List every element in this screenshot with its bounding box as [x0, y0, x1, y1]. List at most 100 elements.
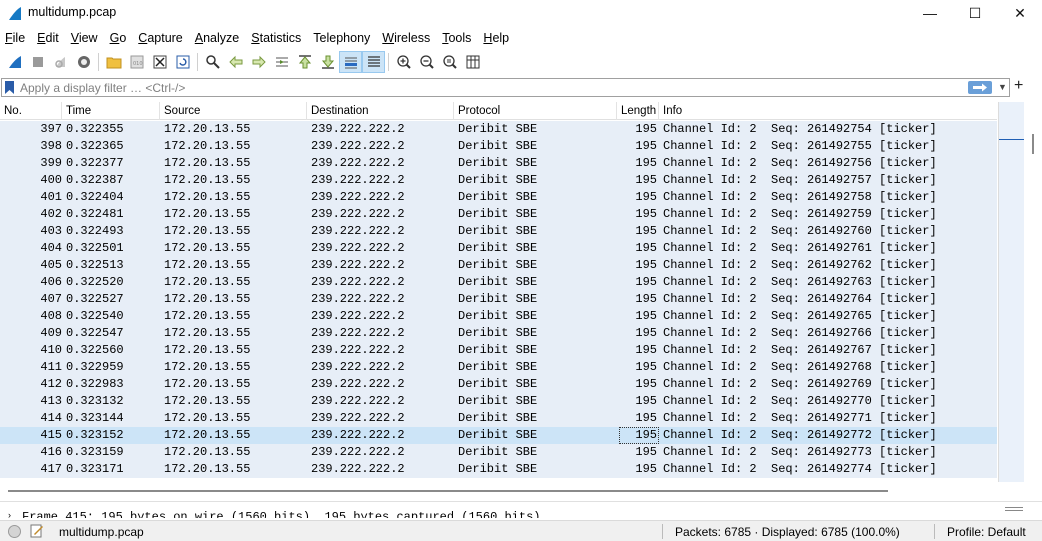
- horizontal-scrollbar-thumb[interactable]: [8, 490, 888, 492]
- close-file-icon[interactable]: [148, 51, 171, 73]
- packet-protocol: Deribit SBE: [458, 360, 538, 374]
- table-row[interactable]: 410 0.322560 172.20.13.55 239.222.222.2 Deri…: [0, 342, 997, 359]
- shark-fin-start-icon[interactable]: [3, 51, 26, 73]
- table-row[interactable]: 414 0.323144 172.20.13.55 239.222.222.2 Deri…: [0, 410, 997, 427]
- save-file-icon[interactable]: 010: [125, 51, 148, 73]
- menu-accelerator: E: [37, 31, 46, 45]
- status-profile[interactable]: Profile: Default: [947, 525, 1026, 539]
- column-header-protocol[interactable]: Protocol: [454, 102, 617, 120]
- resize-columns-icon[interactable]: [461, 51, 484, 73]
- column-header-source[interactable]: Source: [160, 102, 307, 120]
- go-back-icon[interactable]: [224, 51, 247, 73]
- zoom-out-icon[interactable]: [415, 51, 438, 73]
- capture-options-icon[interactable]: [72, 51, 95, 73]
- packet-time: 0.322540: [66, 309, 124, 323]
- go-forward-icon[interactable]: [247, 51, 270, 73]
- go-first-icon[interactable]: [293, 51, 316, 73]
- menu-capture[interactable]: Capture: [132, 28, 188, 48]
- find-packet-icon[interactable]: [201, 51, 224, 73]
- table-row[interactable]: 417 0.323171 172.20.13.55 239.222.222.2 Deri…: [0, 461, 997, 478]
- expert-info-led-icon[interactable]: [8, 525, 21, 538]
- column-header-length[interactable]: Length: [617, 102, 659, 120]
- packet-info: Channel Id: 2 Seq: 261492763 [ticker]: [663, 275, 937, 289]
- vertical-scrollbar-thumb[interactable]: [1032, 134, 1034, 154]
- packet-protocol: Deribit SBE: [458, 122, 538, 136]
- add-filter-button-icon[interactable]: +: [1014, 77, 1023, 95]
- menu-file[interactable]: File: [0, 28, 31, 48]
- menu-view[interactable]: View: [65, 28, 104, 48]
- menu-edit[interactable]: Edit: [31, 28, 65, 48]
- close-button[interactable]: ✕: [997, 0, 1042, 26]
- pane-splitter-handle[interactable]: [1005, 507, 1023, 511]
- packet-no: 405: [40, 258, 62, 272]
- apply-filter-arrow-icon[interactable]: [968, 81, 992, 94]
- menu-tools[interactable]: Tools: [436, 28, 477, 48]
- packet-list[interactable]: No. Time Source Destination Protocol Len…: [0, 102, 1024, 482]
- minimize-button[interactable]: —: [907, 0, 953, 26]
- table-row-selected[interactable]: 415 0.323152 172.20.13.55 239.222.222.2 Deri…: [0, 427, 997, 444]
- display-filter-input[interactable]: [20, 80, 960, 96]
- main-toolbar: 010: [0, 50, 1042, 74]
- menu-telephony[interactable]: Telephony: [307, 28, 376, 48]
- table-row[interactable]: 400 0.322387 172.20.13.55 239.222.222.2 Deri…: [0, 172, 997, 189]
- bookmark-icon[interactable]: [4, 81, 15, 94]
- table-row[interactable]: 398 0.322365 172.20.13.55 239.222.222.2 Deri…: [0, 138, 997, 155]
- table-row[interactable]: 401 0.322404 172.20.13.55 239.222.222.2 Deri…: [0, 189, 997, 206]
- packet-time: 0.322513: [66, 258, 124, 272]
- table-row[interactable]: 399 0.322377 172.20.13.55 239.222.222.2 Deri…: [0, 155, 997, 172]
- table-row[interactable]: 413 0.323132 172.20.13.55 239.222.222.2 Deri…: [0, 393, 997, 410]
- table-row[interactable]: 407 0.322527 172.20.13.55 239.222.222.2 Deri…: [0, 291, 997, 308]
- stop-capture-icon[interactable]: [26, 51, 49, 73]
- column-header-time[interactable]: Time: [62, 102, 160, 120]
- table-row[interactable]: 409 0.322547 172.20.13.55 239.222.222.2 Deri…: [0, 325, 997, 342]
- menu-bar: File Edit View Go Capture Analyze Statistics Te…: [0, 28, 1042, 48]
- packet-destination: 239.222.222.2: [311, 275, 405, 289]
- table-row[interactable]: 406 0.322520 172.20.13.55 239.222.222.2 Deri…: [0, 274, 997, 291]
- packet-time: 0.322527: [66, 292, 124, 306]
- menu-accelerator: G: [109, 31, 120, 45]
- table-row[interactable]: 404 0.322501 172.20.13.55 239.222.222.2 Deri…: [0, 240, 997, 257]
- maximize-button[interactable]: ☐: [952, 0, 998, 26]
- table-row[interactable]: 402 0.322481 172.20.13.55 239.222.222.2 Deri…: [0, 206, 997, 223]
- horizontal-scrollbar[interactable]: [0, 485, 1024, 497]
- filter-dropdown-icon[interactable]: ▼: [998, 82, 1007, 92]
- column-header-no[interactable]: No.: [0, 102, 62, 120]
- table-row[interactable]: 416 0.323159 172.20.13.55 239.222.222.2 Deri…: [0, 444, 997, 461]
- colorize-icon[interactable]: [362, 51, 385, 73]
- packet-no: 398: [40, 139, 62, 153]
- table-row[interactable]: 405 0.322513 172.20.13.55 239.222.222.2 Deri…: [0, 257, 997, 274]
- table-row[interactable]: 397 0.322355 172.20.13.55 239.222.222.2 Deri…: [0, 121, 997, 138]
- column-header-destination[interactable]: Destination: [307, 102, 454, 120]
- packet-length: 195: [635, 156, 657, 170]
- restart-capture-icon[interactable]: [49, 51, 72, 73]
- autoscroll-icon[interactable]: [339, 51, 362, 73]
- packet-source: 172.20.13.55: [164, 445, 251, 459]
- capture-comment-icon[interactable]: [30, 524, 44, 538]
- go-to-packet-icon[interactable]: [270, 51, 293, 73]
- vertical-scrollbar[interactable]: [1024, 102, 1042, 482]
- menu-statistics[interactable]: Statistics: [245, 28, 307, 48]
- table-row[interactable]: 408 0.322540 172.20.13.55 239.222.222.2 Deri…: [0, 308, 997, 325]
- frame-summary-line[interactable]: Frame 415: 195 bytes on wire (1560 bits)…: [22, 510, 540, 518]
- packet-time: 0.322355: [66, 122, 124, 136]
- column-header-info[interactable]: Info: [659, 102, 997, 120]
- menu-go[interactable]: Go: [104, 28, 133, 48]
- go-last-icon[interactable]: [316, 51, 339, 73]
- packet-protocol: Deribit SBE: [458, 462, 538, 476]
- menu-wireless[interactable]: Wireless: [376, 28, 436, 48]
- table-row[interactable]: 412 0.322983 172.20.13.55 239.222.222.2 Deri…: [0, 376, 997, 393]
- table-row[interactable]: 411 0.322959 172.20.13.55 239.222.222.2 Deri…: [0, 359, 997, 376]
- menu-analyze[interactable]: Analyze: [189, 28, 245, 48]
- packet-source: 172.20.13.55: [164, 360, 251, 374]
- packet-destination: 239.222.222.2: [311, 241, 405, 255]
- zoom-in-icon[interactable]: [392, 51, 415, 73]
- packet-source: 172.20.13.55: [164, 462, 251, 476]
- packet-minimap[interactable]: [998, 102, 1025, 482]
- expand-arrow-icon[interactable]: ›: [8, 510, 11, 518]
- reload-file-icon[interactable]: [171, 51, 194, 73]
- zoom-normal-icon[interactable]: [438, 51, 461, 73]
- open-file-icon[interactable]: [102, 51, 125, 73]
- table-row[interactable]: 403 0.322493 172.20.13.55 239.222.222.2 Deri…: [0, 223, 997, 240]
- menu-help[interactable]: Help: [477, 28, 515, 48]
- packet-protocol: Deribit SBE: [458, 258, 538, 272]
